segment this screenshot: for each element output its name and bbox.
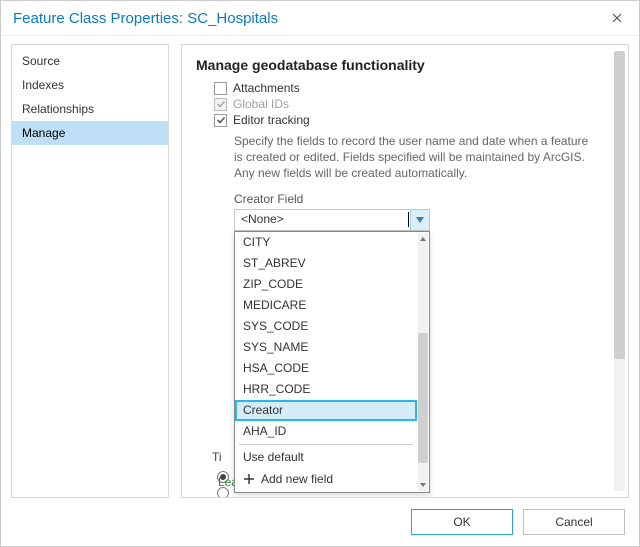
dropdown-add-new-field-label: Add new field (261, 472, 333, 486)
editor-tracking-row: Editor tracking (214, 113, 608, 127)
scroll-up-button[interactable] (418, 233, 428, 245)
dialog-title: Feature Class Properties: SC_Hospitals (13, 10, 278, 27)
attachments-label: Attachments (233, 81, 300, 95)
tab-manage[interactable]: Manage (12, 121, 168, 145)
chevron-up-icon (420, 237, 426, 241)
global-ids-label: Global IDs (233, 97, 289, 111)
dropdown-add-new-field[interactable]: Add new field (235, 468, 417, 492)
dropdown-option[interactable]: SYS_NAME (235, 337, 417, 358)
editor-tracking-label: Editor tracking (233, 113, 310, 127)
dropdown-option[interactable]: SYS_CODE (235, 316, 417, 337)
panel-scrollbar-thumb[interactable] (614, 51, 625, 359)
dropdown-option[interactable]: ST_ABREV (235, 253, 417, 274)
time-group-label-partial: Ti (212, 450, 222, 464)
dropdown-option[interactable]: HRR_CODE (235, 379, 417, 400)
global-ids-checkbox (214, 98, 227, 111)
tab-source[interactable]: Source (12, 49, 168, 73)
chevron-down-icon (420, 483, 426, 487)
cancel-button[interactable]: Cancel (523, 509, 625, 535)
tab-relationships[interactable]: Relationships (12, 97, 168, 121)
close-button[interactable] (595, 4, 639, 32)
content-area: Manage geodatabase functionality Attachm… (182, 45, 612, 497)
ok-button[interactable]: OK (411, 509, 513, 535)
plus-icon (243, 473, 255, 485)
editor-tracking-checkbox[interactable] (214, 114, 227, 127)
dropdown-option[interactable]: AHA_ID (235, 421, 417, 442)
creator-field-label: Creator Field (234, 192, 608, 206)
dropdown-option[interactable]: HSA_CODE (235, 358, 417, 379)
tab-indexes[interactable]: Indexes (12, 73, 168, 97)
dialog-footer: OK Cancel (1, 498, 639, 546)
editor-tracking-description: Specify the fields to record the user na… (234, 133, 598, 182)
dialog-body: Source Indexes Relationships Manage Mana… (1, 36, 639, 498)
panel-scrollbar[interactable] (614, 51, 625, 491)
creator-field-block: Creator Field <None> CITY ST_ABREV ZIP_C… (234, 192, 608, 231)
dropdown-option[interactable]: MEDICARE (235, 295, 417, 316)
content-panel: Manage geodatabase functionality Attachm… (181, 44, 629, 498)
dropdown-option[interactable]: CITY (235, 232, 417, 253)
dropdown-option-creator[interactable]: Creator (235, 400, 417, 421)
section-title: Manage geodatabase functionality (196, 57, 608, 73)
dropdown-scrollbar-thumb[interactable] (418, 333, 428, 463)
attachments-row: Attachments (214, 81, 608, 95)
global-ids-row: Global IDs (214, 97, 608, 111)
tab-list: Source Indexes Relationships Manage (11, 44, 169, 498)
chevron-down-icon (416, 217, 424, 223)
scroll-down-button[interactable] (418, 479, 428, 491)
creator-field-dropdown[interactable]: CITY ST_ABREV ZIP_CODE MEDICARE SYS_CODE… (234, 231, 430, 493)
creator-field-dropdown-button[interactable] (410, 210, 429, 230)
attachments-checkbox[interactable] (214, 82, 227, 95)
dialog-window: Feature Class Properties: SC_Hospitals S… (0, 0, 640, 547)
dropdown-scrollbar[interactable] (418, 233, 428, 491)
close-icon (612, 13, 622, 23)
creator-field-value: <None> (235, 212, 409, 227)
dropdown-use-default[interactable]: Use default (235, 447, 417, 468)
dropdown-separator (239, 444, 413, 445)
dropdown-option[interactable]: ZIP_CODE (235, 274, 417, 295)
titlebar: Feature Class Properties: SC_Hospitals (1, 1, 639, 36)
creator-field-combo[interactable]: <None> (234, 209, 430, 231)
